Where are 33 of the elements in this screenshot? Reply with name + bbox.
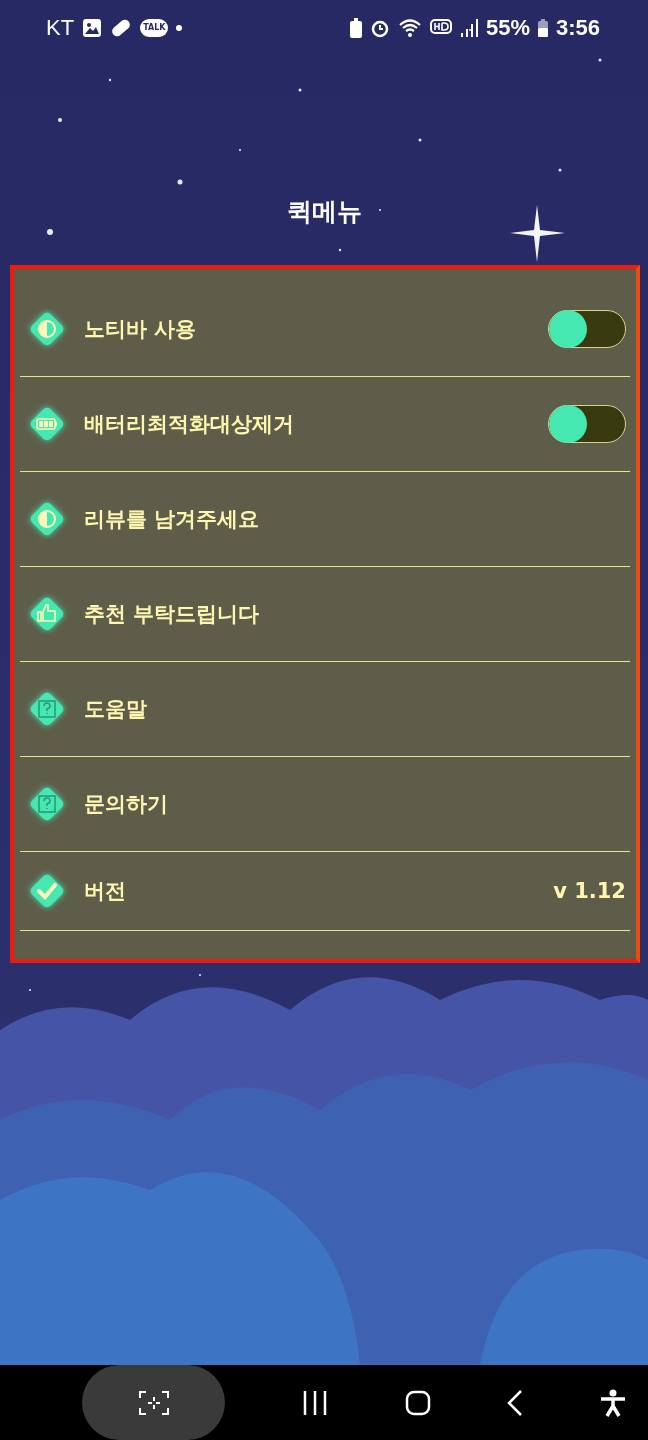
battery-icon: [537, 19, 548, 37]
menu-item[interactable]: 버전 v 1.12: [20, 852, 630, 931]
home-icon[interactable]: [404, 1389, 431, 1416]
accessibility-icon[interactable]: [600, 1388, 626, 1417]
battery-percent-text: 55%: [485, 15, 530, 41]
menu-label: 버전: [84, 878, 126, 905]
back-icon[interactable]: [506, 1388, 525, 1417]
alarm-icon: [369, 18, 390, 38]
menu-label: 노티바 사용: [84, 316, 197, 343]
dot-icon: [176, 25, 183, 31]
clock-text: 3:56: [555, 15, 600, 41]
menu-item[interactable]: 문의하기: [20, 757, 630, 852]
signal-icon: [459, 19, 478, 37]
carrier-text: KT: [46, 15, 75, 41]
screen-title: 퀵메뉴: [286, 196, 362, 228]
chat-bubble-icon: TALK: [140, 19, 169, 37]
image-icon: [82, 18, 103, 38]
menu-label: 추천 부탁드립니다: [84, 601, 260, 628]
hd-icon: [429, 19, 452, 37]
menu-label: 배터리최적화대상제거: [84, 411, 294, 438]
toggle-switch[interactable]: [548, 405, 626, 443]
menu-item[interactable]: 노티바 사용: [20, 282, 630, 377]
menu-item[interactable]: 도움말: [20, 662, 630, 757]
menu-label: 도움말: [84, 696, 147, 723]
version-text: v 1.12: [553, 879, 626, 903]
menu-label: 문의하기: [84, 791, 168, 818]
capture-icon: [138, 1390, 169, 1415]
menu-item[interactable]: 추천 부탁드립니다: [20, 567, 630, 662]
menu-item[interactable]: 배터리최적화대상제거: [20, 377, 630, 472]
wifi-icon: [397, 18, 422, 38]
menu-label: 리뷰를 남겨주세요: [84, 506, 260, 533]
menu-item[interactable]: 리뷰를 남겨주세요: [20, 472, 630, 567]
toggle-switch[interactable]: [548, 310, 626, 348]
